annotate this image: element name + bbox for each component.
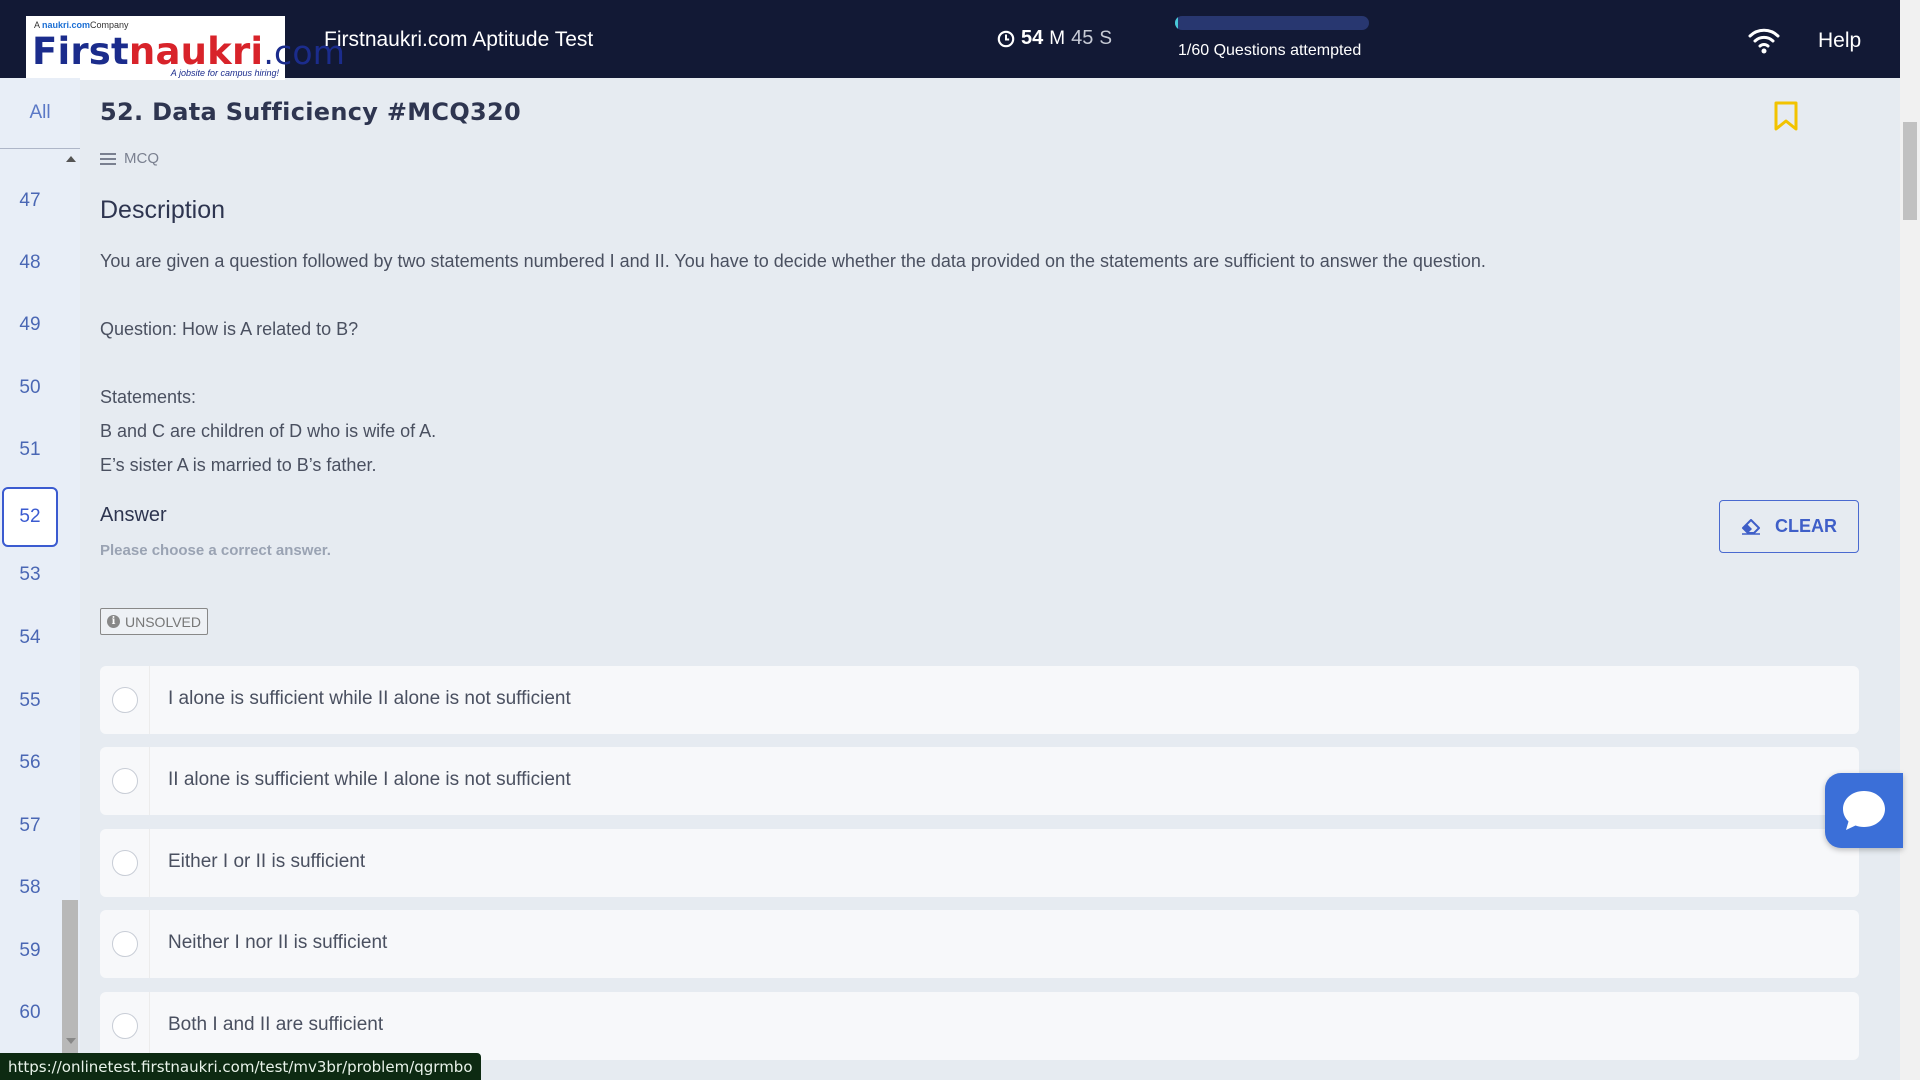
chat-bubble-icon <box>1843 790 1885 830</box>
option-text: Both I and II are sufficient <box>168 1014 384 1035</box>
option-text: Neither I nor II is sufficient <box>168 932 388 953</box>
status-badge: i UNSOLVED <box>100 608 208 635</box>
answer-option-4[interactable]: Neither I nor II is sufficient <box>100 910 1859 978</box>
nav-question-51[interactable]: 51 <box>0 420 60 480</box>
radio-button[interactable] <box>112 1013 138 1039</box>
scroll-up-arrow-icon[interactable] <box>66 156 76 162</box>
top-bar: A naukri.comCompany Firstnaukri.com A jo… <box>0 0 1900 80</box>
app-title: Firstnaukri.com Aptitude Test <box>324 28 594 51</box>
nav-question-59[interactable]: 59 <box>0 921 60 981</box>
nav-scrollbar[interactable] <box>62 152 78 1080</box>
countdown-timer: 54 M 45 S <box>997 27 1112 50</box>
logo-wordmark: Firstnaukri.com <box>32 30 346 73</box>
progress-bar <box>1175 16 1369 30</box>
timer-seconds-unit: S <box>1099 27 1113 49</box>
description-heading: Description <box>100 196 226 224</box>
answer-option-2[interactable]: II alone is sufficient while I alone is … <box>100 747 1859 815</box>
nav-question-56[interactable]: 56 <box>0 733 60 793</box>
nav-question-60[interactable]: 60 <box>0 983 60 1043</box>
answer-option-5[interactable]: Both I and II are sufficient <box>100 992 1859 1060</box>
answer-hint: Please choose a correct answer. <box>100 542 331 559</box>
nav-divider <box>0 148 80 149</box>
progress-text: 1/60 Questions attempted <box>1178 42 1362 59</box>
timer-seconds: 45 <box>1071 27 1094 49</box>
nav-question-52[interactable]: 52 <box>2 487 58 547</box>
wifi-icon <box>1748 28 1780 54</box>
page-scrollbar[interactable] <box>1900 0 1920 1080</box>
nav-all-tab[interactable]: All <box>0 78 80 148</box>
scroll-down-arrow-icon[interactable] <box>66 1038 76 1044</box>
question-nav: All 47 48 49 50 51 52 53 54 55 56 57 58 … <box>0 78 80 1080</box>
radio-button[interactable] <box>112 687 138 713</box>
question-title: 52. Data Sufficiency #MCQ320 <box>100 98 522 126</box>
status-bar-url: https://onlinetest.firstnaukri.com/test/… <box>0 1053 481 1080</box>
answer-heading: Answer <box>100 504 167 526</box>
list-icon <box>100 152 116 165</box>
statement-1: B and C are children of D who is wife of… <box>100 421 437 441</box>
description-intro: You are given a question followed by two… <box>100 251 1486 271</box>
info-icon: i <box>107 615 120 628</box>
status-badge-label: UNSOLVED <box>125 613 201 630</box>
logo-subtitle: A jobsite for campus hiring! <box>170 68 279 78</box>
option-text: II alone is sufficient while I alone is … <box>168 769 571 790</box>
nav-question-48[interactable]: 48 <box>0 233 60 293</box>
answer-option-3[interactable]: Either I or II is sufficient <box>100 829 1859 897</box>
description-body: You are given a question followed by two… <box>100 244 1820 482</box>
question-type: MCQ <box>100 150 159 167</box>
nav-question-58[interactable]: 58 <box>0 858 60 918</box>
question-type-label: MCQ <box>124 150 159 167</box>
chat-button[interactable] <box>1825 773 1903 848</box>
timer-minutes-unit: M <box>1049 27 1066 49</box>
clear-button[interactable]: CLEAR <box>1719 500 1859 553</box>
progress-bar-fill <box>1175 16 1179 30</box>
page-scrollbar-thumb[interactable] <box>1903 122 1917 220</box>
radio-button[interactable] <box>112 850 138 876</box>
statements-label: Statements: <box>100 387 197 407</box>
question-text: Question: How is A related to B? <box>100 319 359 339</box>
answer-option-1[interactable]: I alone is sufficient while II alone is … <box>100 666 1859 734</box>
eraser-icon <box>1742 518 1760 535</box>
timer-minutes: 54 <box>1021 27 1044 49</box>
nav-question-54[interactable]: 54 <box>0 608 60 668</box>
clear-button-label: CLEAR <box>1775 516 1837 536</box>
logo-tagline: A naukri.comCompany <box>34 20 129 30</box>
radio-button[interactable] <box>112 931 138 957</box>
nav-question-49[interactable]: 49 <box>0 295 60 355</box>
nav-question-53[interactable]: 53 <box>0 545 60 605</box>
bookmark-icon[interactable] <box>1773 100 1799 132</box>
nav-question-57[interactable]: 57 <box>0 796 60 856</box>
option-text: Either I or II is sufficient <box>168 851 366 872</box>
radio-button[interactable] <box>112 768 138 794</box>
help-link[interactable]: Help <box>1818 29 1861 53</box>
nav-question-55[interactable]: 55 <box>0 671 60 731</box>
clock-icon <box>997 30 1015 47</box>
nav-question-50[interactable]: 50 <box>0 358 60 418</box>
logo[interactable]: A naukri.comCompany Firstnaukri.com A jo… <box>26 16 345 80</box>
option-text: I alone is sufficient while II alone is … <box>168 688 571 709</box>
nav-question-47[interactable]: 47 <box>0 171 60 231</box>
statement-2: E’s sister A is married to B’s father. <box>100 455 377 475</box>
question-panel: 52. Data Sufficiency #MCQ320 MCQ Descrip… <box>80 78 1877 1080</box>
